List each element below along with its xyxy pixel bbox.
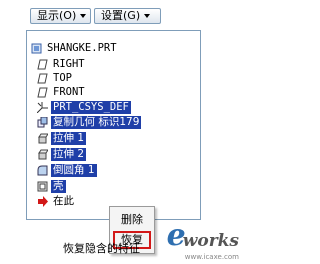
figure-caption-text: 恢复隐含的特征 [63,242,140,255]
tree-item-shell[interactable]: 壳 [37,179,66,193]
datum-plane-icon [37,87,48,98]
round-icon [37,165,48,176]
tree-item-label: 壳 [51,179,66,193]
extrude-icon [37,133,48,144]
tree-item-extrude-1[interactable]: 拉伸 1 [37,131,87,145]
tree-item-extrude-2[interactable]: 拉伸 2 [37,147,87,161]
tree-root-label: SHANGKE.PRT [47,41,117,54]
tree-item-label: FRONT [53,85,85,98]
show-menu-label: 显示(O) [37,9,77,22]
chevron-down-icon [144,14,151,18]
datum-plane-icon [37,59,48,70]
tree-root[interactable]: SHANGKE.PRT [31,41,119,55]
tree-item-label: 倒圆角 1 [51,163,97,177]
model-tree-toolbar: 显示(O) 设置(G) [30,8,161,24]
extrude-icon [37,149,48,160]
part-icon [31,43,42,54]
tree-item-top[interactable]: TOP [37,71,74,85]
tree-item-insert-here[interactable]: 在此 [37,194,76,208]
tree-item-label: PRT_CSYS_DEF [51,100,131,114]
chevron-down-icon [80,14,87,18]
coordinate-system-icon [37,101,48,113]
copy-geometry-icon [37,116,48,128]
settings-menu-button[interactable]: 设置(G) [94,8,161,24]
model-tree-panel: SHANGKE.PRT RIGHT TOP FRONT PRT_CSYS_DEF [26,30,201,254]
logo-site-text: www.icaxe.com [184,253,239,261]
eworks-watermark-logo: e works www.icaxe.com [167,221,239,262]
tree-item-label: 拉伸 2 [51,147,87,161]
tree-item-copy-geometry[interactable]: 复制几何 标识179 [37,115,142,129]
tree-item-label: 在此 [53,194,74,207]
tree-item-csys[interactable]: PRT_CSYS_DEF [37,100,131,114]
tree-item-label: 拉伸 1 [51,131,87,145]
delete-menu-item[interactable]: 删除 [110,211,154,229]
show-menu-button[interactable]: 显示(O) [30,8,91,24]
settings-menu-label: 设置(G) [101,9,141,22]
tree-item-label: TOP [53,71,72,84]
datum-plane-icon [37,73,48,84]
logo-works-text: works [182,231,239,251]
insert-here-icon [37,195,48,207]
tree-item-label: 复制几何 标识179 [51,115,142,129]
tree-item-round-1[interactable]: 倒圆角 1 [37,163,97,177]
tree-item-right[interactable]: RIGHT [37,57,87,71]
shell-icon [37,181,48,192]
tree-item-label: RIGHT [53,57,85,70]
tree-item-front[interactable]: FRONT [37,85,87,99]
